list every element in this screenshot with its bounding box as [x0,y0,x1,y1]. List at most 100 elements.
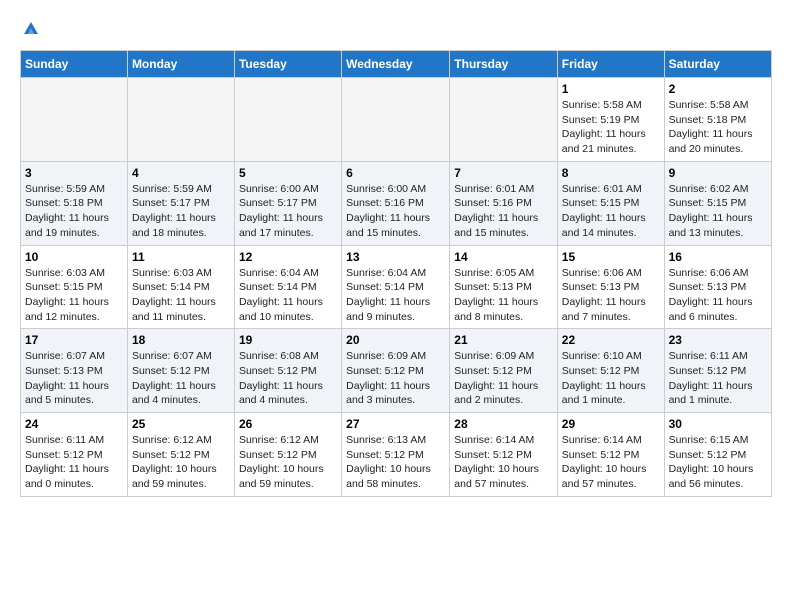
day-info: Sunrise: 6:01 AM Sunset: 5:15 PM Dayligh… [562,182,660,241]
day-number: 1 [562,82,660,96]
calendar-cell: 8Sunrise: 6:01 AM Sunset: 5:15 PM Daylig… [557,161,664,245]
calendar-cell: 27 Sunrise: 6:13 AM Sunset: 5:12 PM Dayli… [342,413,450,497]
day-info: Sunrise: 6:00 AM Sunset: 5:16 PM Dayligh… [346,182,445,241]
page-header [20,20,772,40]
day-number: 21 [454,333,553,347]
calendar-cell: 23Sunrise: 6:11 AM Sunset: 5:12 PM Dayli… [664,329,771,413]
day-info: Sunrise: 6:10 AM Sunset: 5:12 PM Dayligh… [562,349,660,408]
calendar-cell: 2 Sunrise: 5:58 AM Sunset: 5:18 PM Daylig… [664,78,771,162]
calendar-cell: 20 Sunrise: 6:09 AM Sunset: 5:12 PM Dayli… [342,329,450,413]
calendar-week-row: 10 Sunrise: 6:03 AM Sunset: 5:15 PM Dayli… [21,245,772,329]
day-info: Sunrise: 6:09 AM Sunset: 5:12 PM Dayligh… [454,349,553,408]
logo [20,20,40,40]
day-number: 20 [346,333,445,347]
calendar-cell: 26 Sunrise: 6:12 AM Sunset: 5:12 PM Dayli… [234,413,341,497]
day-number: 12 [239,250,337,264]
day-number: 13 [346,250,445,264]
calendar-cell: 30 Sunrise: 6:15 AM Sunset: 5:12 PM Dayli… [664,413,771,497]
day-number: 23 [669,333,767,347]
calendar-cell: 17 Sunrise: 6:07 AM Sunset: 5:13 PM Dayli… [21,329,128,413]
day-info: Sunrise: 6:02 AM Sunset: 5:15 PM Dayligh… [669,182,767,241]
day-info: Sunrise: 6:14 AM Sunset: 5:12 PM Dayligh… [454,433,553,492]
day-info: Sunrise: 5:59 AM Sunset: 5:18 PM Dayligh… [25,182,123,241]
day-number: 14 [454,250,553,264]
weekday-header-friday: Friday [557,51,664,78]
weekday-header-thursday: Thursday [450,51,558,78]
day-number: 4 [132,166,230,180]
day-number: 3 [25,166,123,180]
calendar-cell [450,78,558,162]
day-info: Sunrise: 6:00 AM Sunset: 5:17 PM Dayligh… [239,182,337,241]
calendar-cell: 14 Sunrise: 6:05 AM Sunset: 5:13 PM Dayli… [450,245,558,329]
calendar-cell: 21 Sunrise: 6:09 AM Sunset: 5:12 PM Dayli… [450,329,558,413]
calendar-cell: 13 Sunrise: 6:04 AM Sunset: 5:14 PM Dayli… [342,245,450,329]
calendar-header-row: SundayMondayTuesdayWednesdayThursdayFrid… [21,51,772,78]
day-info: Sunrise: 6:09 AM Sunset: 5:12 PM Dayligh… [346,349,445,408]
day-info: Sunrise: 5:58 AM Sunset: 5:18 PM Dayligh… [669,98,767,157]
day-number: 27 [346,417,445,431]
day-number: 9 [669,166,767,180]
weekday-header-tuesday: Tuesday [234,51,341,78]
day-number: 6 [346,166,445,180]
logo-icon [22,20,40,38]
day-info: Sunrise: 6:01 AM Sunset: 5:16 PM Dayligh… [454,182,553,241]
day-number: 29 [562,417,660,431]
day-number: 2 [669,82,767,96]
calendar-cell: 1 Sunrise: 5:58 AM Sunset: 5:19 PM Daylig… [557,78,664,162]
day-info: Sunrise: 6:06 AM Sunset: 5:13 PM Dayligh… [669,266,767,325]
day-info: Sunrise: 6:07 AM Sunset: 5:12 PM Dayligh… [132,349,230,408]
calendar-cell [234,78,341,162]
weekday-header-saturday: Saturday [664,51,771,78]
day-info: Sunrise: 6:03 AM Sunset: 5:15 PM Dayligh… [25,266,123,325]
day-number: 17 [25,333,123,347]
calendar-cell: 18 Sunrise: 6:07 AM Sunset: 5:12 PM Dayli… [127,329,234,413]
day-number: 24 [25,417,123,431]
calendar-cell [342,78,450,162]
day-info: Sunrise: 6:04 AM Sunset: 5:14 PM Dayligh… [346,266,445,325]
day-info: Sunrise: 5:58 AM Sunset: 5:19 PM Dayligh… [562,98,660,157]
day-info: Sunrise: 6:07 AM Sunset: 5:13 PM Dayligh… [25,349,123,408]
weekday-header-wednesday: Wednesday [342,51,450,78]
calendar-cell: 24 Sunrise: 6:11 AM Sunset: 5:12 PM Dayli… [21,413,128,497]
day-number: 7 [454,166,553,180]
calendar-cell: 29Sunrise: 6:14 AM Sunset: 5:12 PM Dayli… [557,413,664,497]
calendar-cell: 25Sunrise: 6:12 AM Sunset: 5:12 PM Dayli… [127,413,234,497]
calendar-cell: 5 Sunrise: 6:00 AM Sunset: 5:17 PM Daylig… [234,161,341,245]
day-number: 10 [25,250,123,264]
calendar-week-row: 17 Sunrise: 6:07 AM Sunset: 5:13 PM Dayli… [21,329,772,413]
day-number: 11 [132,250,230,264]
calendar-cell [127,78,234,162]
day-info: Sunrise: 5:59 AM Sunset: 5:17 PM Dayligh… [132,182,230,241]
calendar-cell: 19 Sunrise: 6:08 AM Sunset: 5:12 PM Dayli… [234,329,341,413]
calendar-cell: 6 Sunrise: 6:00 AM Sunset: 5:16 PM Daylig… [342,161,450,245]
weekday-header-sunday: Sunday [21,51,128,78]
calendar-cell: 7 Sunrise: 6:01 AM Sunset: 5:16 PM Daylig… [450,161,558,245]
calendar-cell: 11Sunrise: 6:03 AM Sunset: 5:14 PM Dayli… [127,245,234,329]
day-info: Sunrise: 6:08 AM Sunset: 5:12 PM Dayligh… [239,349,337,408]
calendar-table: SundayMondayTuesdayWednesdayThursdayFrid… [20,50,772,497]
day-number: 19 [239,333,337,347]
day-info: Sunrise: 6:15 AM Sunset: 5:12 PM Dayligh… [669,433,767,492]
calendar-cell: 15Sunrise: 6:06 AM Sunset: 5:13 PM Dayli… [557,245,664,329]
day-number: 26 [239,417,337,431]
day-info: Sunrise: 6:05 AM Sunset: 5:13 PM Dayligh… [454,266,553,325]
day-info: Sunrise: 6:11 AM Sunset: 5:12 PM Dayligh… [25,433,123,492]
day-info: Sunrise: 6:12 AM Sunset: 5:12 PM Dayligh… [239,433,337,492]
weekday-header-monday: Monday [127,51,234,78]
day-number: 28 [454,417,553,431]
calendar-cell: 28 Sunrise: 6:14 AM Sunset: 5:12 PM Dayli… [450,413,558,497]
day-info: Sunrise: 6:13 AM Sunset: 5:12 PM Dayligh… [346,433,445,492]
calendar-cell: 12Sunrise: 6:04 AM Sunset: 5:14 PM Dayli… [234,245,341,329]
day-number: 15 [562,250,660,264]
day-number: 18 [132,333,230,347]
day-number: 25 [132,417,230,431]
calendar-week-row: 3 Sunrise: 5:59 AM Sunset: 5:18 PM Daylig… [21,161,772,245]
calendar-cell: 3 Sunrise: 5:59 AM Sunset: 5:18 PM Daylig… [21,161,128,245]
day-number: 30 [669,417,767,431]
day-number: 22 [562,333,660,347]
calendar-cell: 10 Sunrise: 6:03 AM Sunset: 5:15 PM Dayli… [21,245,128,329]
calendar-body: 1 Sunrise: 5:58 AM Sunset: 5:19 PM Daylig… [21,78,772,497]
calendar-cell: 9 Sunrise: 6:02 AM Sunset: 5:15 PM Daylig… [664,161,771,245]
day-number: 5 [239,166,337,180]
calendar-cell [21,78,128,162]
